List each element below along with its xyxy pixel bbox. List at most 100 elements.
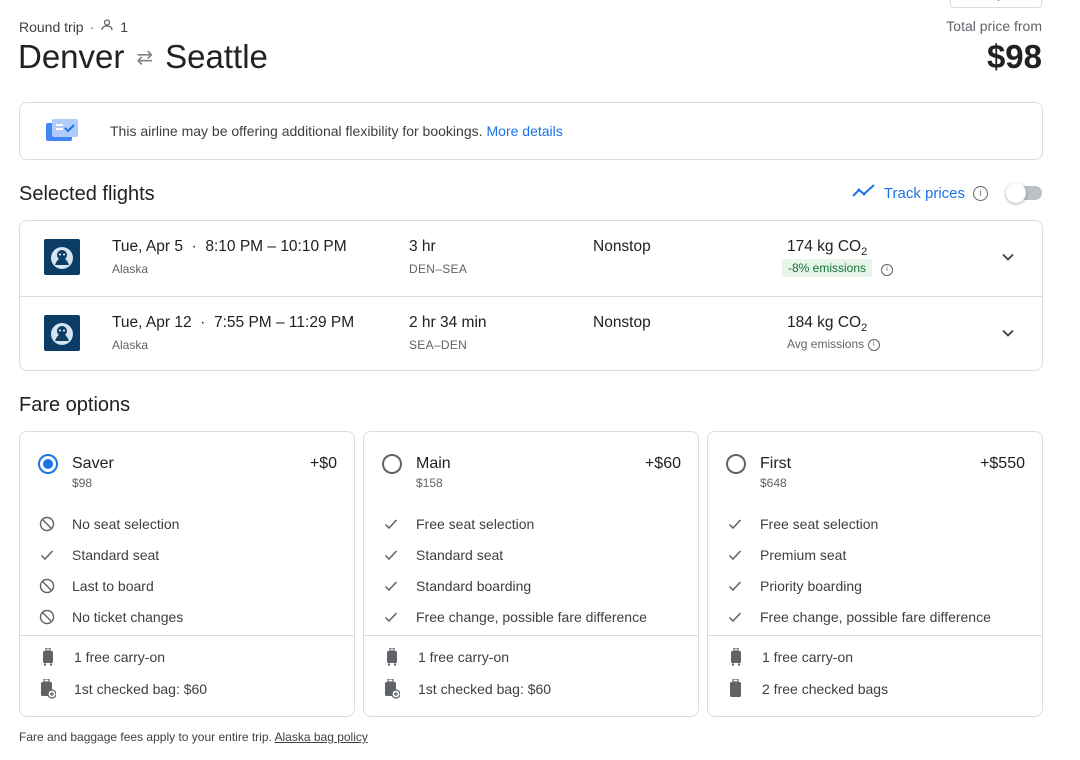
fare-feature: Free seat selection <box>726 508 1032 539</box>
fare-radio-button[interactable] <box>726 454 746 474</box>
swap-arrows-icon: ⇄ <box>136 46 154 69</box>
separator-dot: · <box>187 238 202 255</box>
fare-feature: Free change, possible fare difference <box>726 601 1032 632</box>
person-icon <box>100 18 114 35</box>
fees-footnote: Fare and baggage fees apply to your enti… <box>19 730 368 744</box>
fare-features: Free seat selection Standard seat Standa… <box>382 508 688 632</box>
destination-city: Seattle <box>165 38 268 75</box>
bag-policy-link[interactable]: Alaska bag policy <box>275 730 368 744</box>
selected-flights-list: Tue, Apr 5 · 8:10 PM – 10:10 PM Alaska 3… <box>19 220 1043 371</box>
total-price-label: Total price from <box>946 18 1042 34</box>
flight-date: Tue, Apr 12 <box>112 314 192 331</box>
fare-base-price: $648 <box>760 476 787 490</box>
carry-on-icon <box>728 647 744 667</box>
baggage-text: 1 free carry-on <box>74 649 166 665</box>
emissions-label: Avg emissions i <box>787 337 880 351</box>
feature-text: No ticket changes <box>72 608 184 625</box>
flight-times: 7:55 PM – 11:29 PM <box>213 314 355 331</box>
share-icon: < <box>992 0 1000 5</box>
divider <box>20 635 354 636</box>
baggage-list: 1 free carry-on 2 free checked bags <box>728 641 1032 705</box>
feature-text: Standard boarding <box>416 577 532 594</box>
feature-text: No seat selection <box>72 515 180 532</box>
fare-feature: Last to board <box>38 570 344 601</box>
fare-feature: Free change, possible fare difference <box>382 601 688 632</box>
airline-name: Alaska <box>112 338 149 352</box>
fare-name: Main <box>416 455 451 472</box>
banner-text: This airline may be offering additional … <box>110 123 483 139</box>
feature-text: Standard seat <box>416 546 504 563</box>
airline-name: Alaska <box>112 262 149 276</box>
emissions-badge: -8% emissions <box>782 259 873 277</box>
chevron-down-icon[interactable] <box>1000 249 1016 265</box>
info-icon[interactable]: i <box>973 185 988 201</box>
info-icon[interactable]: i <box>867 338 880 351</box>
check-icon <box>726 546 744 564</box>
trip-meta: Round trip · 1 <box>19 18 128 35</box>
check-icon <box>382 608 400 626</box>
fare-feature: Standard boarding <box>382 570 688 601</box>
co2-amount: 184 kg CO <box>787 314 862 331</box>
fare-radio-button[interactable] <box>38 454 58 474</box>
co2-value: 174 kg CO2 <box>787 238 868 259</box>
fare-options-title: Fare options <box>19 394 131 416</box>
baggage-list: 1 free carry-on 1st checked bag: $60 <box>384 641 688 705</box>
check-icon <box>38 546 56 564</box>
fare-card-first[interactable]: First $648 +$550 Free seat selection Pre… <box>707 431 1043 717</box>
baggage-list: 1 free carry-on 1st checked bag: $60 <box>40 641 344 705</box>
track-prices-label[interactable]: Track prices <box>884 185 965 202</box>
flight-date-time: Tue, Apr 12 · 7:55 PM – 11:29 PM <box>112 314 354 332</box>
flexibility-banner: This airline may be offering additional … <box>19 102 1043 160</box>
feature-text: Free seat selection <box>760 515 879 532</box>
route-title: Denver ⇄ Seattle <box>18 38 268 76</box>
selected-flights-title: Selected flights <box>19 183 155 205</box>
checked-bag-fee-icon <box>40 679 56 699</box>
fare-feature: No seat selection <box>38 508 344 539</box>
feature-text: Standard seat <box>72 546 160 563</box>
fare-additional-price: +$0 <box>309 455 337 472</box>
fare-feature: Standard seat <box>382 539 688 570</box>
check-icon <box>726 515 744 533</box>
flight-times: 8:10 PM – 10:10 PM <box>205 238 347 255</box>
checked-bag-fee-icon <box>384 679 400 699</box>
fare-card-saver[interactable]: Saver $98 +$0 No seat selection Standard… <box>19 431 355 717</box>
flight-date-time: Tue, Apr 5 · 8:10 PM – 10:10 PM <box>112 238 347 256</box>
toggle-knob <box>1006 183 1026 203</box>
fare-additional-price: +$550 <box>980 455 1025 472</box>
feature-text: Priority boarding <box>760 577 862 594</box>
separator-dot: · <box>195 314 210 331</box>
carry-on-icon <box>384 647 400 667</box>
baggage-item: 1 free carry-on <box>384 641 688 673</box>
fare-additional-price: +$60 <box>644 455 681 472</box>
flight-row[interactable]: Tue, Apr 5 · 8:10 PM – 10:10 PM Alaska 3… <box>20 221 1042 296</box>
baggage-item: 2 free checked bags <box>728 673 1032 705</box>
trending-icon <box>852 184 876 202</box>
baggage-item: 1 free carry-on <box>728 641 1032 673</box>
flight-stops: Nonstop <box>593 314 651 331</box>
baggage-text: 1st checked bag: $60 <box>418 681 552 697</box>
share-button[interactable]: < <box>950 0 1042 8</box>
info-icon[interactable]: i <box>881 264 893 276</box>
fare-radio-button[interactable] <box>382 454 402 474</box>
track-prices[interactable]: Track prices i <box>852 183 1042 203</box>
block-icon <box>38 577 56 595</box>
check-icon <box>382 515 400 533</box>
track-prices-toggle[interactable] <box>1006 183 1042 203</box>
chevron-down-icon[interactable] <box>1000 325 1016 341</box>
ticket-icon <box>44 117 80 145</box>
check-icon <box>382 577 400 595</box>
feature-text: Last to board <box>72 577 154 594</box>
feature-text: Premium seat <box>760 546 847 563</box>
trip-type[interactable]: Round trip <box>19 19 84 35</box>
fare-card-main[interactable]: Main $158 +$60 Free seat selection Stand… <box>363 431 699 717</box>
fare-base-price: $98 <box>72 476 93 490</box>
fare-features: No seat selection Standard seat Last to … <box>38 508 344 632</box>
more-details-link[interactable]: More details <box>487 123 563 139</box>
feature-text: Free change, possible fare difference <box>416 608 647 625</box>
baggage-text: 1 free carry-on <box>418 649 510 665</box>
co2-value: 184 kg CO2 <box>787 314 868 335</box>
flight-row[interactable]: Tue, Apr 12 · 7:55 PM – 11:29 PM Alaska … <box>20 296 1042 372</box>
alaska-logo-icon <box>44 239 80 275</box>
co2-amount: 174 kg CO <box>787 238 862 255</box>
passenger-count[interactable]: 1 <box>120 19 128 35</box>
